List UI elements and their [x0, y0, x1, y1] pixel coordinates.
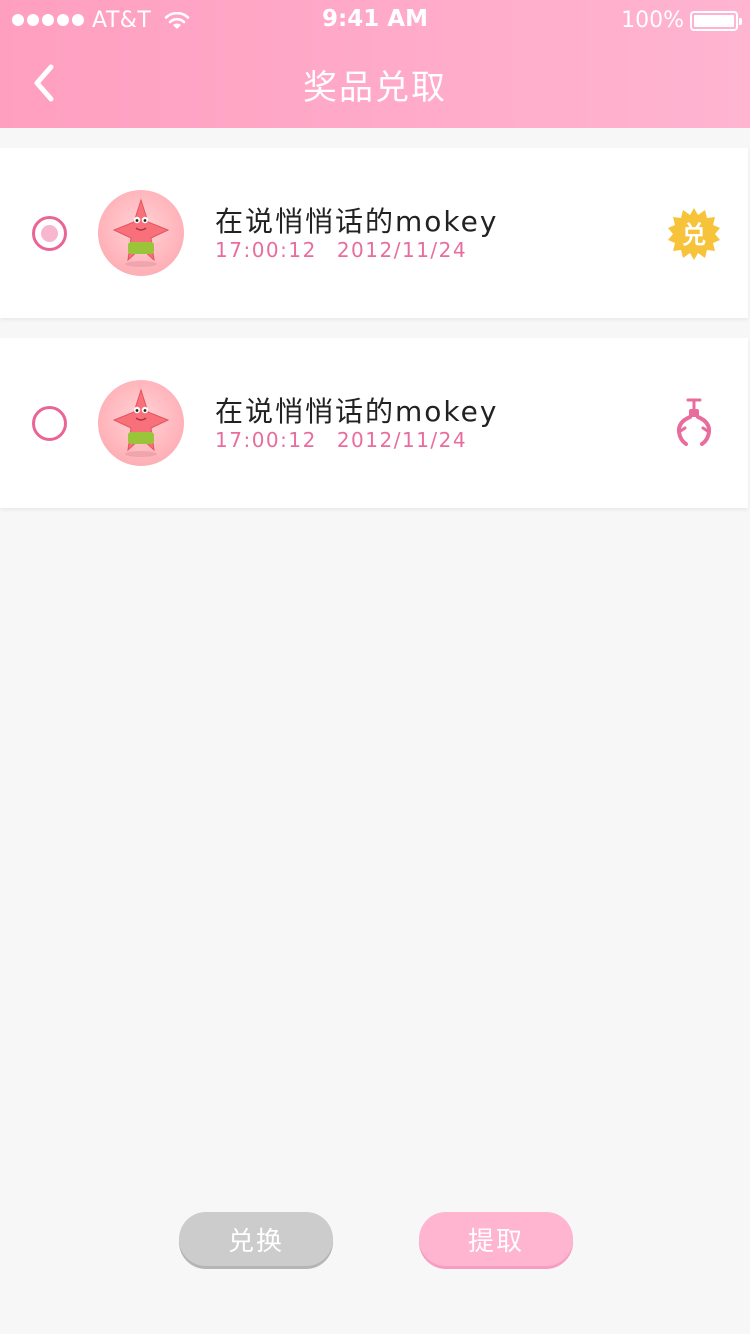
exchange-button[interactable]: 兑换 [179, 1212, 333, 1266]
prize-timestamp: 17:00:12 2012/11/24 [215, 238, 467, 262]
claw-icon [676, 398, 712, 446]
page-title: 奖品兑取 [303, 68, 447, 108]
prize-name: 在说悄悄话的mokey [215, 395, 499, 428]
status-right: 100% [621, 8, 742, 33]
claw-badge[interactable] [666, 396, 722, 452]
patrick-star-avatar-icon [112, 198, 170, 267]
exchange-badge-icon: 兑 [668, 208, 720, 260]
pickup-button[interactable]: 提取 [419, 1212, 573, 1266]
battery-percent: 100% [621, 8, 684, 33]
prize-name: 在说悄悄话的mokey [215, 205, 499, 238]
patrick-star-avatar-icon [112, 388, 170, 457]
exchange-badge-text: 兑 [682, 221, 706, 249]
select-radio-checked[interactable] [32, 216, 67, 251]
prize-timestamp: 17:00:12 2012/11/24 [215, 428, 467, 452]
status-bar: AT&T 9:41 AM 100% [0, 0, 750, 40]
exchange-badge[interactable]: 兑 [666, 206, 722, 262]
select-radio[interactable] [32, 406, 67, 441]
prize-time: 17:00:12 [215, 238, 317, 262]
prize-time: 17:00:12 [215, 428, 317, 452]
battery-icon [690, 10, 742, 31]
prize-list: 在说悄悄话的mokey 17:00:12 2012/11/24 兑 在说悄悄话的m… [0, 148, 748, 528]
avatar [98, 380, 184, 466]
prize-date: 2012/11/24 [336, 428, 468, 452]
prize-date: 2012/11/24 [336, 238, 468, 262]
avatar [98, 190, 184, 276]
app-header: AT&T 9:41 AM 100% 奖品兑取 [0, 0, 750, 128]
prize-card[interactable]: 在说悄悄话的mokey 17:00:12 2012/11/24 [0, 338, 748, 508]
prize-card[interactable]: 在说悄悄话的mokey 17:00:12 2012/11/24 兑 [0, 148, 748, 318]
